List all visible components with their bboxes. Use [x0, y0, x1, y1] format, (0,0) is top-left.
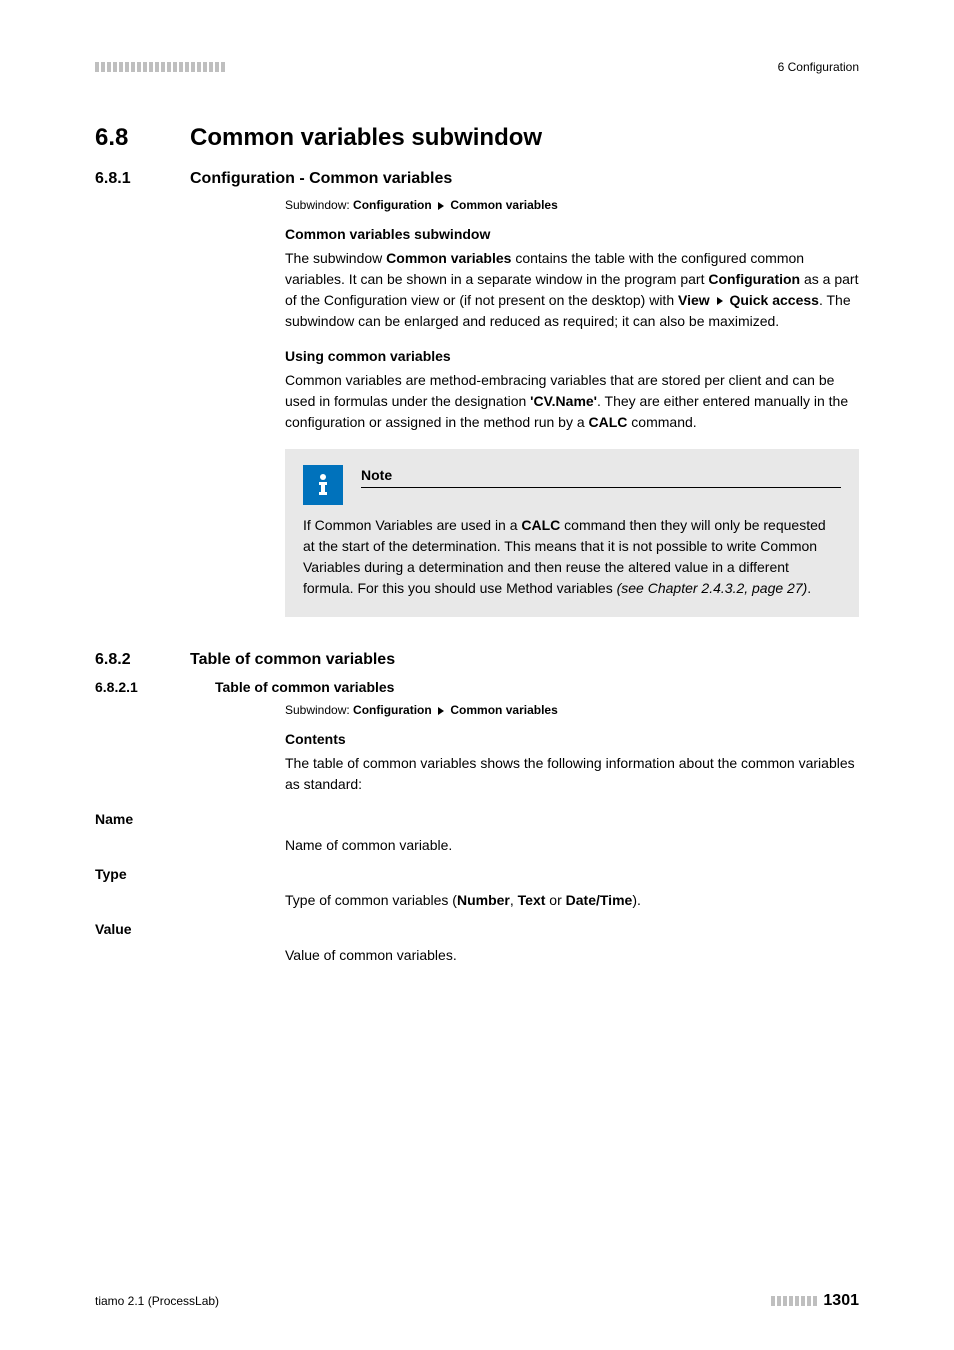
- heading-text: Table of common variables: [215, 679, 394, 695]
- paragraph: The table of common variables shows the …: [285, 753, 859, 795]
- heading-number: 6.8.2: [95, 651, 190, 669]
- heading-6-8-2: 6.8.2 Table of common variables: [95, 651, 859, 669]
- heading-number: 6.8.1: [95, 170, 190, 188]
- page-footer: tiamo 2.1 (ProcessLab) 1301: [95, 1292, 859, 1310]
- subheading-using-common-variables: Using common variables: [285, 348, 859, 364]
- heading-text: Table of common variables: [190, 651, 395, 669]
- field-desc-value: Value of common variables.: [285, 945, 859, 966]
- paragraph: The subwindow Common variables contains …: [285, 248, 859, 332]
- header-chapter: 6 Configuration: [778, 60, 859, 74]
- heading-number: 6.8: [95, 124, 190, 152]
- chevron-right-icon: [438, 707, 444, 715]
- footer-product: tiamo 2.1 (ProcessLab): [95, 1294, 219, 1308]
- chevron-right-icon: [438, 202, 444, 210]
- header-marks-icon: [95, 62, 225, 72]
- info-icon: [303, 465, 343, 505]
- note-body: If Common Variables are used in a CALC c…: [303, 515, 841, 599]
- subwindow-path: Subwindow: Configuration Common variable…: [285, 198, 859, 212]
- heading-6-8-2-1: 6.8.2.1 Table of common variables: [95, 679, 859, 695]
- page-header: 6 Configuration: [95, 60, 859, 74]
- page-number: 1301: [823, 1292, 859, 1310]
- note-box: Note If Common Variables are used in a C…: [285, 449, 859, 617]
- field-desc-type: Type of common variables (Number, Text o…: [285, 890, 859, 911]
- subwindow-path: Subwindow: Configuration Common variable…: [285, 703, 859, 717]
- field-label-name: Name: [95, 811, 859, 827]
- paragraph: Common variables are method-embracing va…: [285, 370, 859, 433]
- field-desc-name: Name of common variable.: [285, 835, 859, 856]
- heading-6-8: 6.8 Common variables subwindow: [95, 124, 859, 152]
- heading-number: 6.8.2.1: [95, 679, 215, 695]
- subheading-contents: Contents: [285, 731, 859, 747]
- subheading-common-variables-subwindow: Common variables subwindow: [285, 226, 859, 242]
- note-title: Note: [361, 467, 841, 488]
- heading-text: Common variables subwindow: [190, 124, 542, 152]
- field-label-type: Type: [95, 866, 859, 882]
- chevron-right-icon: [717, 297, 723, 305]
- field-label-value: Value: [95, 921, 859, 937]
- heading-text: Configuration - Common variables: [190, 170, 452, 188]
- heading-6-8-1: 6.8.1 Configuration - Common variables: [95, 170, 859, 188]
- footer-marks-icon: [771, 1296, 817, 1306]
